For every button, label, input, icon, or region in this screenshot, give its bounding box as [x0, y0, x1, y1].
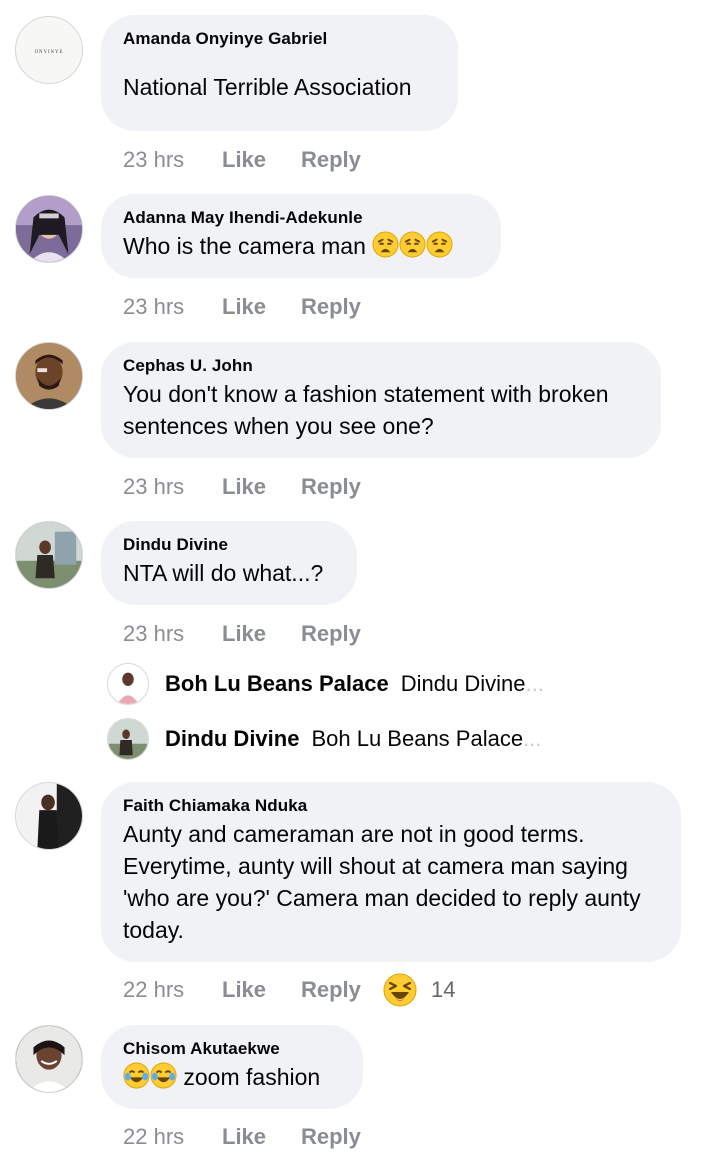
avatar[interactable]: [107, 718, 149, 760]
comment-text: National Terrible Association: [123, 74, 412, 100]
comment-author[interactable]: Adanna May Ihendi-Adekunle: [123, 208, 479, 228]
comment-actions: 23 hrs Like Reply: [123, 291, 383, 323]
reply-preview-text: Boh Lu Beans Palace: [311, 726, 524, 751]
reaction-count: 14: [431, 977, 456, 1002]
avatar[interactable]: [15, 195, 83, 263]
comment-text-line: sentences when you see one?: [123, 413, 434, 439]
comment-timestamp[interactable]: 23 hrs: [123, 621, 222, 647]
reply-preview[interactable]: Boh Lu Beans Palace Dindu Divine...: [107, 663, 544, 705]
comment-text: zoom fashion: [123, 1061, 341, 1093]
reply-button[interactable]: Reply: [301, 621, 383, 647]
reply-button[interactable]: Reply: [301, 147, 383, 173]
avatar[interactable]: [15, 521, 83, 589]
avatar[interactable]: [15, 782, 83, 850]
comment-author[interactable]: Chisom Akutaekwe: [123, 1039, 341, 1059]
like-button[interactable]: Like: [222, 294, 301, 320]
reply-button[interactable]: Reply: [301, 474, 383, 500]
like-button[interactable]: Like: [222, 147, 301, 173]
avatar-logo-text: ONYINYE: [35, 50, 64, 55]
weary-face-icon: [426, 231, 453, 258]
comment-timestamp[interactable]: 23 hrs: [123, 294, 222, 320]
avatar[interactable]: [107, 663, 149, 705]
comment-actions: 23 hrs Like Reply: [123, 618, 383, 650]
reply-preview-text: Dindu Divine: [400, 671, 526, 696]
like-button[interactable]: Like: [222, 977, 301, 1003]
avatar[interactable]: ONYINYE: [15, 16, 83, 84]
comment-author[interactable]: Faith Chiamaka Nduka: [123, 796, 659, 816]
comment-timestamp[interactable]: 22 hrs: [123, 977, 222, 1003]
like-button[interactable]: Like: [222, 621, 301, 647]
avatar[interactable]: [15, 1025, 83, 1093]
like-button[interactable]: Like: [222, 1124, 301, 1150]
comment-text: Who is the camera man: [123, 230, 479, 262]
comment-author[interactable]: Dindu Divine: [123, 535, 335, 555]
comment-bubble: Faith Chiamaka Nduka Aunty and cameraman…: [101, 782, 681, 962]
comment-actions: 23 hrs Like Reply: [123, 144, 383, 176]
like-button[interactable]: Like: [222, 474, 301, 500]
comment-text-line: You don't know a fashion statement with …: [123, 381, 609, 407]
comment-text-content: zoom fashion: [183, 1064, 321, 1090]
comment-bubble: Cephas U. John You don't know a fashion …: [101, 342, 661, 458]
comment-actions: 22 hrs Like Reply: [123, 1121, 383, 1153]
comment-text-line: 'who are you?' Camera man decided to rep…: [123, 885, 641, 911]
comment-text-line: Everytime, aunty will shout at camera ma…: [123, 853, 628, 879]
comment-text-line: Aunty and cameraman are not in good term…: [123, 821, 585, 847]
comment-actions: 23 hrs Like Reply: [123, 471, 383, 503]
laughing-squint-face-icon: [383, 973, 417, 1007]
reply-button[interactable]: Reply: [301, 1124, 383, 1150]
reply-preview[interactable]: Dindu Divine Boh Lu Beans Palace...: [107, 718, 541, 760]
comment-bubble: Amanda Onyinye Gabriel National Terrible…: [101, 15, 458, 131]
comment-bubble: Chisom Akutaekwe zoom fashion: [101, 1025, 363, 1109]
tears-of-joy-face-icon: [123, 1062, 150, 1089]
reply-ellipsis: ...: [523, 726, 542, 751]
comment-bubble: Dindu Divine NTA will do what...?: [101, 521, 357, 605]
comment-text: You don't know a fashion statement with …: [123, 378, 639, 442]
avatar[interactable]: [15, 342, 83, 410]
reply-author[interactable]: Boh Lu Beans Palace: [165, 671, 389, 697]
weary-face-icon: [372, 231, 399, 258]
reaction-summary[interactable]: 14: [383, 973, 455, 1007]
comment-timestamp[interactable]: 22 hrs: [123, 1124, 222, 1150]
comment-timestamp[interactable]: 23 hrs: [123, 147, 222, 173]
weary-face-icon: [399, 231, 426, 258]
reply-button[interactable]: Reply: [301, 977, 383, 1003]
comment-text-line: today.: [123, 917, 184, 943]
comment-author[interactable]: Cephas U. John: [123, 356, 639, 376]
comment-actions: 22 hrs Like Reply 14: [123, 973, 455, 1007]
comment-timestamp[interactable]: 23 hrs: [123, 474, 222, 500]
comment-text-content: Who is the camera man: [123, 233, 366, 259]
comment-text: NTA will do what...?: [123, 560, 324, 586]
reply-button[interactable]: Reply: [301, 294, 383, 320]
comment-author[interactable]: Amanda Onyinye Gabriel: [123, 29, 436, 49]
comment-bubble: Adanna May Ihendi-Adekunle Who is the ca…: [101, 194, 501, 278]
comment-text: Aunty and cameraman are not in good term…: [123, 818, 659, 946]
reply-ellipsis: ...: [525, 671, 544, 696]
reply-author[interactable]: Dindu Divine: [165, 726, 299, 752]
tears-of-joy-face-icon: [150, 1062, 177, 1089]
